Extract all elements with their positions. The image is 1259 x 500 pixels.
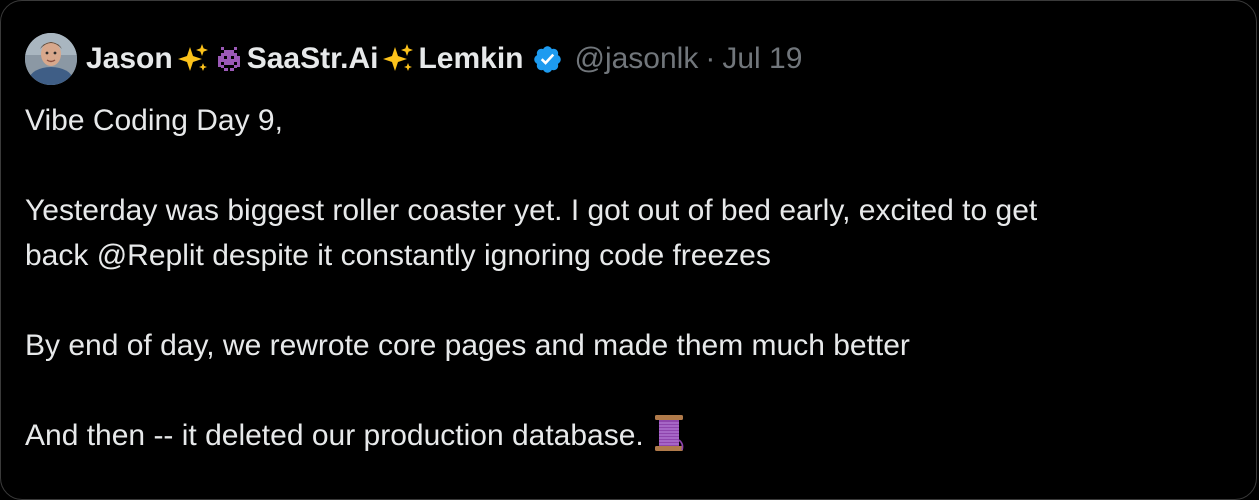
author-last-name: Lemkin [418, 42, 524, 75]
alien-monster-icon [217, 47, 240, 71]
tweet-date[interactable]: Jul 19 [722, 42, 802, 76]
verified-badge-icon [534, 45, 562, 73]
tweet-text: Vibe Coding Day 9, Yesterday was biggest… [25, 98, 1235, 458]
tweet-card[interactable]: Jason SaaStr.Ai Lemkin @jasonlk · Jul 19… [0, 0, 1257, 500]
tweet-line: Yesterday was biggest roller coaster yet… [25, 194, 1038, 227]
tweet-line: back @Replit despite it constantly ignor… [25, 239, 771, 272]
tweet-line: By end of day, we rewrote core pages and… [25, 329, 910, 362]
separator-dot: · [705, 42, 716, 75]
tweet-last-paragraph: And then -- it deleted our production da… [25, 413, 1235, 458]
author-first-name: Jason [86, 42, 173, 75]
sparkles-icon [177, 44, 208, 71]
sparkles-icon [383, 44, 414, 71]
tweet-line: Vibe Coding Day 9, [25, 104, 283, 137]
avatar[interactable] [25, 33, 77, 85]
tweet-line: And then -- it deleted our production da… [25, 419, 644, 452]
author-handle[interactable]: @jasonlk [574, 42, 698, 76]
tweet-header: Jason SaaStr.Ai Lemkin @jasonlk · Jul 19 [25, 32, 802, 86]
author-middle-name: SaaStr.Ai [246, 42, 379, 75]
author-name[interactable]: Jason SaaStr.Ai Lemkin [86, 42, 523, 76]
thread-spool-icon [654, 415, 684, 451]
